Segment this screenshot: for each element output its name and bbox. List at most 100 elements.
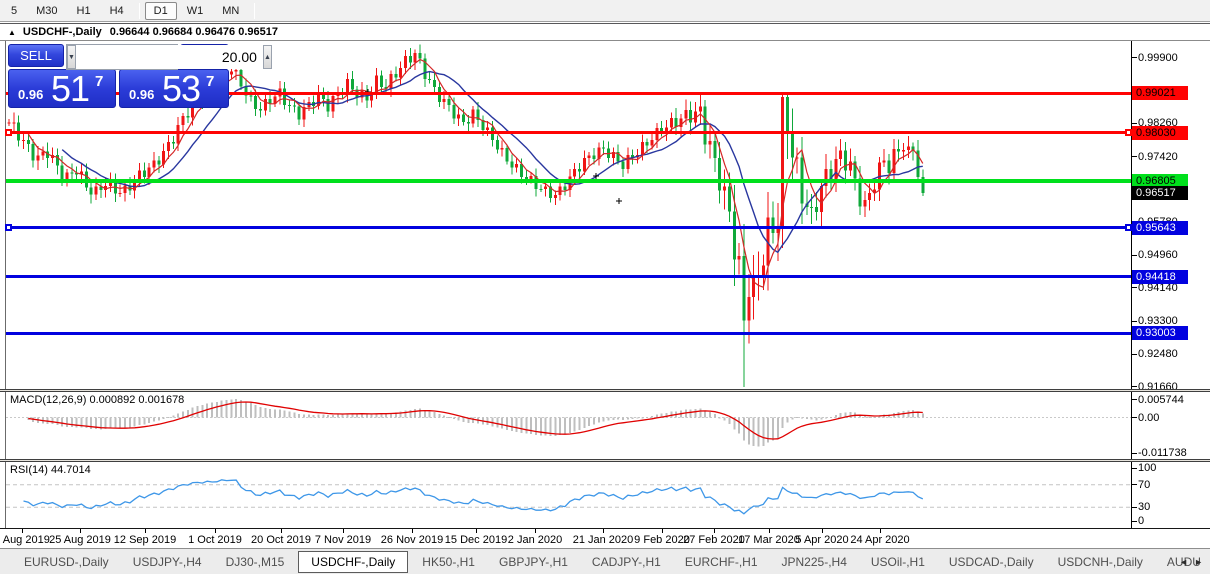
rsi-axis-label: 70 bbox=[1138, 479, 1150, 491]
price-tick bbox=[1132, 123, 1137, 124]
collapse-icon[interactable]: ▲ bbox=[8, 28, 16, 37]
chart-ohlc-values: 0.96644 0.96684 0.96476 0.96517 bbox=[110, 26, 278, 38]
tab-hk50-h1[interactable]: HK50-,H1 bbox=[412, 552, 485, 572]
horizontal-level-line[interactable] bbox=[6, 226, 1131, 229]
time-axis-label: 17 Mar 2020 bbox=[738, 534, 800, 546]
rsi-axis-tick bbox=[1132, 507, 1137, 508]
volume-input[interactable] bbox=[76, 45, 263, 69]
line-handle-left[interactable] bbox=[5, 129, 12, 136]
macd-axis-tick bbox=[1132, 417, 1137, 418]
toolbar-separator bbox=[139, 3, 140, 19]
macd-axis-label: 0.00 bbox=[1138, 412, 1159, 424]
time-axis: 6 Aug 201925 Aug 201912 Sep 2019 1 Oct 20… bbox=[0, 528, 1210, 548]
toolbar-separator bbox=[254, 3, 255, 19]
tab-scroll-arrows: ◄► bbox=[1175, 549, 1207, 574]
tab-eurusd-daily[interactable]: EURUSD-,Daily bbox=[14, 552, 119, 572]
tab-dj30-m15[interactable]: DJ30-,M15 bbox=[216, 552, 295, 572]
sell-price-panel[interactable]: 0.96 51 7 bbox=[8, 69, 116, 108]
timeframe-d1[interactable]: D1 bbox=[145, 2, 177, 20]
time-axis-tick bbox=[714, 529, 715, 533]
price-tick bbox=[1132, 321, 1137, 322]
timeframe-m30[interactable]: M30 bbox=[27, 2, 66, 20]
time-axis-label: 24 Apr 2020 bbox=[850, 534, 909, 546]
tab-usdjpy-h4[interactable]: USDJPY-,H4 bbox=[123, 552, 212, 572]
macd-axis-tick bbox=[1132, 399, 1137, 400]
level-price-label: 0.98030 bbox=[1132, 126, 1188, 140]
line-handle-right[interactable] bbox=[1125, 129, 1132, 136]
time-axis-tick bbox=[662, 529, 663, 533]
price-tick bbox=[1132, 386, 1137, 387]
time-axis-label: 2 Jan 2020 bbox=[508, 534, 562, 546]
one-click-trading-panel: SELL ▼ ▲ BUY 0.96 51 7 0.96 53 7 bbox=[8, 44, 229, 108]
rsi-panel[interactable]: RSI(14) 44.7014 bbox=[6, 462, 1131, 527]
rsi-canvas bbox=[6, 462, 1131, 527]
price-tick-label: 0.94960 bbox=[1138, 249, 1178, 261]
timeframe-toolbar: 5M30H1H4 D1W1MN bbox=[0, 0, 1210, 22]
chart-tab-bar: EURUSD-,DailyUSDJPY-,H4DJ30-,M15USDCHF-,… bbox=[0, 548, 1210, 574]
rsi-axis-label: 100 bbox=[1138, 462, 1156, 474]
volume-spinner: ▼ ▲ bbox=[66, 44, 178, 70]
price-tick-label: 0.92480 bbox=[1138, 348, 1178, 360]
time-axis-label: 20 Oct 2019 bbox=[251, 534, 311, 546]
time-axis-label: 7 Nov 2019 bbox=[315, 534, 371, 546]
price-tick bbox=[1132, 255, 1137, 256]
time-axis-tick bbox=[603, 529, 604, 533]
macd-panel[interactable]: MACD(12,26,9) 0.000892 0.001678 bbox=[6, 392, 1131, 460]
price-tick-label: 0.97420 bbox=[1138, 151, 1178, 163]
tab-jpn225-h4[interactable]: JPN225-,H4 bbox=[772, 552, 857, 572]
price-tick-label: 0.99900 bbox=[1138, 52, 1178, 64]
horizontal-level-line[interactable] bbox=[6, 275, 1131, 278]
price-tick bbox=[1132, 156, 1137, 157]
sell-price-pips: 7 bbox=[95, 73, 103, 90]
rsi-axis-tick bbox=[1132, 521, 1137, 522]
timeframe-5[interactable]: 5 bbox=[2, 2, 26, 20]
time-axis-label: 12 Sep 2019 bbox=[114, 534, 176, 546]
time-axis-label: 9 Feb 2020 bbox=[634, 534, 690, 546]
time-axis-label: 1 Oct 2019 bbox=[188, 534, 242, 546]
level-price-label: 0.94418 bbox=[1132, 270, 1188, 284]
price-tick bbox=[1132, 354, 1137, 355]
time-axis-tick bbox=[535, 529, 536, 533]
buy-price-pips: 7 bbox=[206, 73, 214, 90]
macd-axis-label: 0.005744 bbox=[1138, 394, 1184, 406]
price-axis: 0.999000.982600.974200.957800.949600.941… bbox=[1132, 41, 1210, 548]
rsi-axis-label: 30 bbox=[1138, 501, 1150, 513]
tab-usoil-h1[interactable]: USOil-,H1 bbox=[861, 552, 935, 572]
volume-increase-icon[interactable]: ▲ bbox=[263, 45, 272, 69]
tab-cadjpy-h1[interactable]: CADJPY-,H1 bbox=[582, 552, 671, 572]
time-axis-tick bbox=[80, 529, 81, 533]
tab-usdchf-daily[interactable]: USDCHF-,Daily bbox=[298, 551, 408, 573]
time-axis-tick bbox=[281, 529, 282, 533]
timeframe-h1[interactable]: H1 bbox=[68, 2, 100, 20]
line-handle-right[interactable] bbox=[1125, 224, 1132, 231]
scroll-right-icon[interactable]: ► bbox=[1194, 557, 1203, 567]
horizontal-level-line[interactable] bbox=[6, 131, 1131, 134]
horizontal-level-line[interactable] bbox=[6, 179, 1131, 183]
macd-axis-label: -0.011738 bbox=[1138, 447, 1187, 459]
sell-button[interactable]: SELL bbox=[8, 44, 64, 67]
tab-usdcnh-daily[interactable]: USDCNH-,Daily bbox=[1048, 552, 1153, 572]
rsi-axis-label: 0 bbox=[1138, 515, 1144, 527]
mt4-window: 5M30H1H4 D1W1MN ▲ USDCHF-,Daily 0.96644 0… bbox=[0, 0, 1210, 574]
tab-gbpjpy-h1[interactable]: GBPJPY-,H1 bbox=[489, 552, 578, 572]
tab-usdcad-daily[interactable]: USDCAD-,Daily bbox=[939, 552, 1044, 572]
volume-decrease-icon[interactable]: ▼ bbox=[67, 45, 76, 69]
chart-title-bar: ▲ USDCHF-,Daily 0.96644 0.96684 0.96476 … bbox=[0, 23, 1210, 41]
time-axis-tick bbox=[822, 529, 823, 533]
time-axis-label: 15 Dec 2019 bbox=[445, 534, 507, 546]
time-axis-label: 25 Aug 2019 bbox=[49, 534, 111, 546]
time-axis-label: 6 Aug 2019 bbox=[0, 534, 50, 546]
scroll-left-icon[interactable]: ◄ bbox=[1179, 557, 1188, 567]
horizontal-level-line[interactable] bbox=[6, 332, 1131, 335]
tab-eurchf-h1[interactable]: EURCHF-,H1 bbox=[675, 552, 768, 572]
time-axis-label: 26 Nov 2019 bbox=[381, 534, 443, 546]
timeframe-mn[interactable]: MN bbox=[213, 2, 248, 20]
timeframe-h4[interactable]: H4 bbox=[101, 2, 133, 20]
line-handle-left[interactable] bbox=[5, 224, 12, 231]
buy-price-big: 53 bbox=[162, 69, 200, 108]
time-axis-label: 5 Apr 2020 bbox=[795, 534, 848, 546]
macd-axis-tick bbox=[1132, 453, 1137, 454]
buy-price-panel[interactable]: 0.96 53 7 bbox=[119, 69, 229, 108]
level-price-label: 0.95643 bbox=[1132, 221, 1188, 235]
timeframe-w1[interactable]: W1 bbox=[178, 2, 213, 20]
